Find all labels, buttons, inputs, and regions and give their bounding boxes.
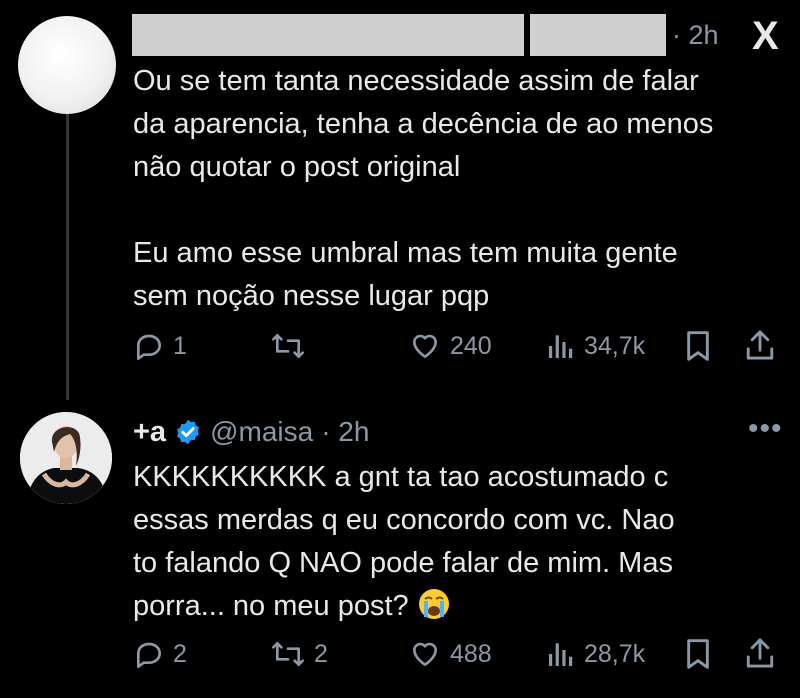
views-count: 28,7k — [584, 639, 646, 668]
reply-count: 1 — [173, 331, 187, 360]
thread-connector-line — [66, 110, 69, 400]
reply-button[interactable]: 1 — [133, 330, 187, 362]
views-count: 34,7k — [584, 331, 646, 360]
retweet-icon — [272, 642, 304, 666]
bookmark-button[interactable] — [684, 330, 712, 362]
bookmark-icon — [687, 639, 709, 669]
tweet-header: +a @maisa · 2h — [133, 412, 369, 452]
user-handle[interactable]: @maisa — [210, 416, 313, 448]
views-icon — [549, 335, 573, 358]
heart-icon — [413, 334, 437, 358]
loudly-crying-face-emoji — [417, 587, 451, 634]
views-icon — [549, 643, 573, 666]
avatar[interactable] — [18, 16, 116, 114]
reply-count: 2 — [173, 639, 187, 668]
verified-badge-icon — [177, 419, 200, 445]
bookmark-button[interactable] — [684, 638, 712, 670]
profile-photo — [20, 412, 112, 504]
reply-icon — [137, 334, 161, 360]
tweet-time[interactable]: · 2h — [321, 416, 369, 448]
reply-button[interactable]: 2 — [133, 638, 187, 670]
x-logo-icon: X — [752, 14, 779, 58]
retweet-button[interactable]: 2 — [270, 638, 328, 670]
tweet-time[interactable]: · 2h — [672, 20, 719, 51]
reply-icon — [137, 642, 161, 668]
like-count: 240 — [450, 331, 492, 360]
share-button[interactable] — [744, 636, 776, 670]
retweet-button[interactable] — [270, 330, 314, 362]
more-options-button[interactable]: ••• — [748, 412, 783, 446]
redacted-display-name — [132, 14, 524, 56]
tweet-text-body: KKKKKKKKKK a gnt ta tao acostumado c ess… — [133, 461, 675, 622]
like-count: 488 — [450, 639, 492, 668]
heart-icon — [413, 642, 437, 666]
tweet-text: Ou se tem tanta necessidade assim de fal… — [133, 65, 714, 312]
avatar[interactable] — [20, 412, 112, 504]
like-button[interactable]: 240 — [408, 330, 492, 362]
retweet-icon — [272, 334, 304, 358]
retweet-count: 2 — [314, 639, 328, 668]
share-button[interactable] — [744, 328, 776, 362]
views-button[interactable]: 34,7k — [546, 330, 645, 362]
redacted-handle — [530, 14, 666, 56]
share-icon — [746, 330, 774, 360]
like-button[interactable]: 488 — [408, 638, 492, 670]
views-button[interactable]: 28,7k — [546, 638, 645, 670]
bookmark-icon — [687, 331, 709, 361]
display-name[interactable]: +a — [133, 416, 166, 449]
tweet-text: KKKKKKKKKK a gnt ta tao acostumado c ess… — [133, 456, 793, 634]
share-icon — [746, 638, 774, 668]
